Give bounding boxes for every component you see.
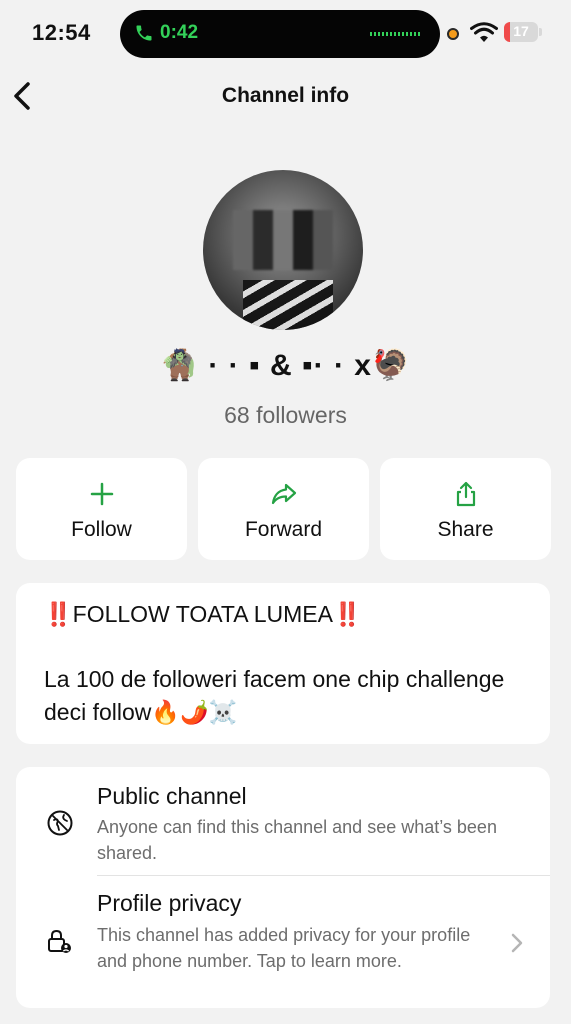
battery-cap (539, 28, 542, 36)
battery-icon: 17 (504, 22, 538, 42)
profile-privacy-row[interactable]: Profile privacy This channel has added p… (16, 876, 550, 1008)
forward-label: Forward (244, 518, 323, 541)
channel-avatar[interactable] (203, 170, 363, 330)
lock-user-icon (48, 929, 71, 953)
share-icon (456, 481, 475, 507)
profile-privacy-description: This channel has added privacy for your … (97, 925, 471, 971)
call-indicator: 0:42 (134, 22, 198, 44)
forward-button[interactable]: Forward (198, 458, 369, 560)
profile-privacy-title: Profile privacy (97, 890, 242, 916)
call-duration: 0:42 (160, 22, 199, 43)
share-label: Share (437, 518, 494, 541)
wifi-icon (470, 22, 498, 42)
status-bar: 12:54 0:42 17 (0, 0, 571, 70)
description-body: La 100 de followeri facem one chip chall… (44, 666, 505, 725)
page-title: Channel info (221, 84, 350, 107)
channel-description-card: ‼️FOLLOW TOATA LUMEA‼️ La 100 de followe… (16, 583, 550, 744)
channel-info-list: Public channel Anyone can find this chan… (16, 767, 550, 1008)
avatar-pixelated-faces (233, 210, 333, 270)
forward-arrow-icon (271, 483, 296, 505)
follow-button[interactable]: Follow (16, 458, 187, 560)
double-exclamation-icon: ‼️ (332, 601, 362, 627)
channel-name: 🧌 · · ▪ & ▪· · x🦃 (160, 349, 411, 382)
globe-icon (47, 810, 73, 836)
public-channel-row: Public channel Anyone can find this chan… (16, 767, 550, 875)
avatar-jacket (243, 280, 333, 330)
status-time: 12:54 (32, 20, 91, 45)
public-channel-description: Anyone can find this channel and see wha… (97, 817, 497, 863)
plus-icon (90, 482, 113, 506)
dynamic-island-call[interactable]: 0:42 (120, 10, 440, 58)
chevron-right-icon (511, 933, 523, 953)
share-button[interactable]: Share (380, 458, 551, 560)
description-title-text: FOLLOW TOATA LUMEA (72, 601, 333, 627)
followers-count[interactable]: 68 followers (0, 402, 571, 429)
mic-indicator-dot (447, 28, 459, 40)
double-exclamation-icon: ‼️ (44, 601, 73, 627)
phone-icon (136, 25, 152, 41)
battery-level: 17 (513, 23, 529, 39)
audio-wave-icon (370, 32, 422, 36)
follow-label: Follow (71, 518, 132, 541)
description-title: ‼️FOLLOW TOATA LUMEA‼️ (44, 601, 362, 628)
public-channel-title: Public channel (97, 783, 247, 809)
